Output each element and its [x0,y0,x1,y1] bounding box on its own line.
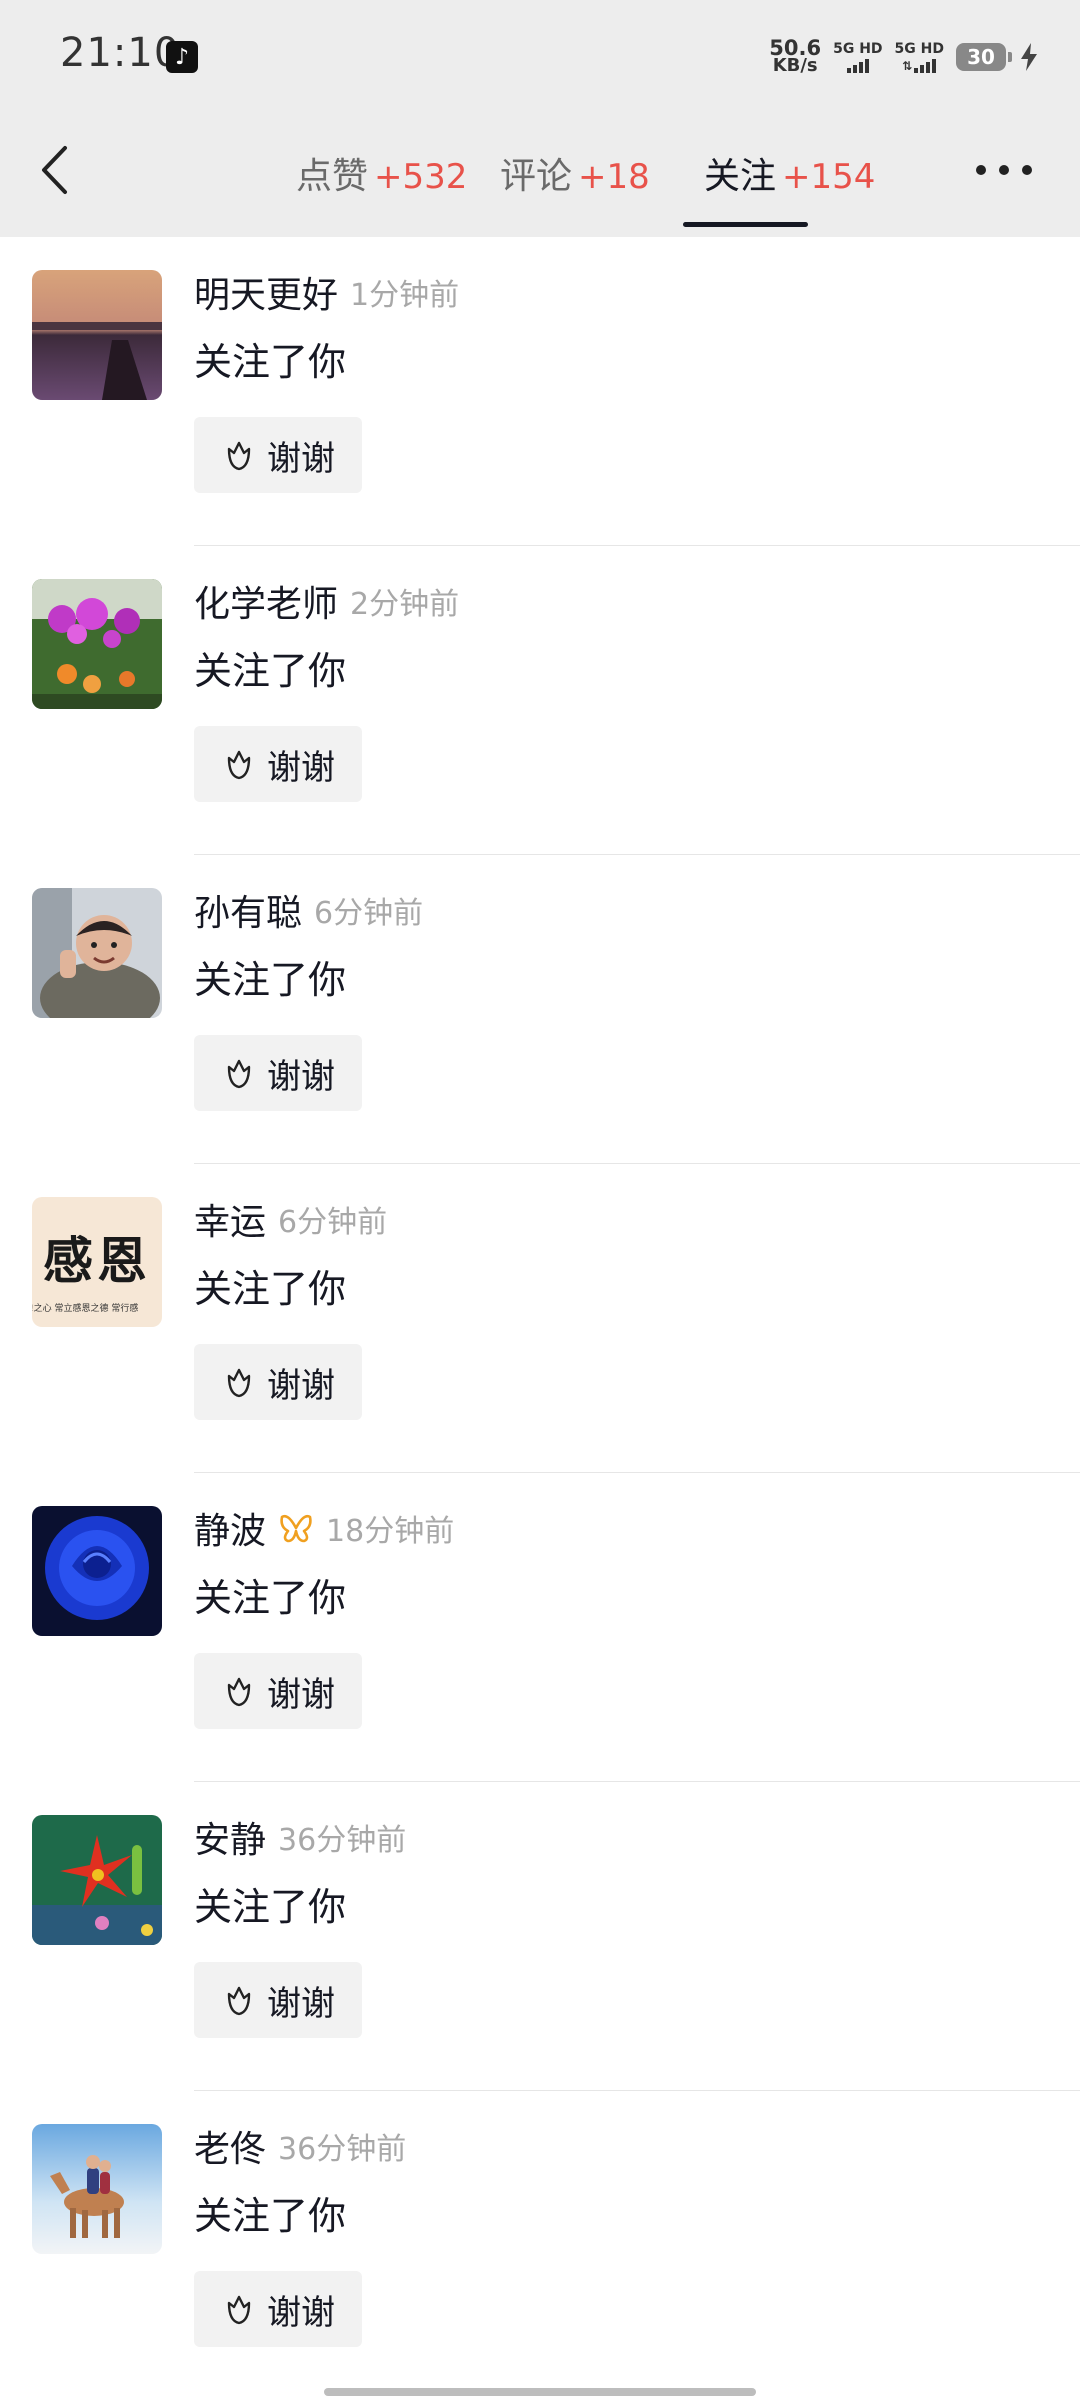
status-icons: 50.6 KB/s 5G HD 5G HD ⇅ 30 [769,34,1040,80]
avatar[interactable] [32,2124,162,2254]
thanks-button[interactable]: 谢谢 [194,1035,362,1111]
action-text: 关注了你 [194,958,347,1002]
calligraphy-avatar-subtext: !之心 常立感恩之德 常行感 [32,1304,139,1314]
thanks-label: 谢谢 [267,2292,335,2333]
list-item: 感恩 !之心 常立感恩之德 常行感 幸运 6分钟前 关注了你 谢谢 [0,1164,1080,1473]
username[interactable]: 老佟 [194,2120,266,2172]
avatar[interactable] [32,1506,162,1636]
sunset-lake-avatar-image [32,270,162,400]
flower-icon [227,441,251,471]
blue-rose-avatar-image [32,1506,162,1636]
timestamp: 18分钟前 [326,1514,455,1549]
thanks-label: 谢谢 [267,1983,335,2024]
child-photo-avatar-image [32,888,162,1018]
list-item: 静波 18分钟前 关注了你 谢谢 [0,1473,1080,1782]
timestamp: 36分钟前 [278,2132,407,2167]
status-time: 21:10 [60,30,181,76]
network-speed: 50.6 KB/s [769,36,822,76]
list-item: 安静 36分钟前 关注了你 谢谢 [0,1782,1080,2091]
sim2-signal-icon: 5G HD ⇅ [894,41,944,73]
top-bar: 21:10 ♪ 50.6 KB/s 5G HD 5G HD ⇅ 30 点赞 +53… [0,0,1080,237]
timestamp: 36分钟前 [278,1823,407,1858]
flower-icon [227,750,251,780]
flower-icon [227,1677,251,1707]
username[interactable]: 孙有聪 [194,884,302,936]
action-text: 关注了你 [194,340,347,384]
charging-icon [1021,43,1037,71]
tab-likes[interactable]: 点赞 +532 [296,147,467,199]
list-item: 明天更好 1分钟前 关注了你 谢谢 [0,237,1080,546]
more-options-icon[interactable] [976,158,1032,182]
thanks-button[interactable]: 谢谢 [194,1653,362,1729]
horse-snow-avatar-image [32,2124,162,2254]
action-text: 关注了你 [194,1576,347,1620]
butterfly-badge-icon [280,1514,312,1543]
list-item: 孙有聪 6分钟前 关注了你 谢谢 [0,855,1080,1164]
avatar[interactable] [32,1815,162,1945]
name-row: 明天更好 1分钟前 [194,267,459,317]
flower-icon [227,2295,251,2325]
name-row: 化学老师 2分钟前 [194,576,459,626]
back-arrow-icon[interactable] [30,140,78,200]
battery-icon: 30 [956,43,1012,71]
thanks-label: 谢谢 [267,438,335,479]
sim1-signal-icon: 5G HD [833,41,883,73]
tab-comments[interactable]: 评论 +18 [500,147,650,199]
name-row: 安静 36分钟前 [194,1812,406,1862]
thanks-button[interactable]: 谢谢 [194,1962,362,2038]
name-row: 老佟 36分钟前 [194,2121,406,2171]
username[interactable]: 安静 [194,1811,266,1863]
timestamp: 6分钟前 [314,896,424,931]
name-row: 幸运 6分钟前 [194,1194,387,1244]
flower-icon [227,1986,251,2016]
avatar[interactable] [32,270,162,400]
tiktok-notification-icon: ♪ [166,41,198,73]
avatar[interactable]: 感恩 !之心 常立感恩之德 常行感 [32,1197,162,1327]
action-text: 关注了你 [194,649,347,693]
username[interactable]: 幸运 [194,1193,266,1245]
timestamp: 2分钟前 [350,587,460,622]
flower-icon [227,1368,251,1398]
avatar[interactable] [32,888,162,1018]
thanks-button[interactable]: 谢谢 [194,2271,362,2347]
thanks-button[interactable]: 谢谢 [194,1344,362,1420]
red-lily-avatar-image [32,1815,162,1945]
thanks-label: 谢谢 [267,1365,335,1406]
timestamp: 6分钟前 [278,1205,388,1240]
flowers-avatar-image [32,579,162,709]
username[interactable]: 化学老师 [194,575,338,627]
thanks-label: 谢谢 [267,1056,335,1097]
thanks-label: 谢谢 [267,1674,335,1715]
timestamp: 1分钟前 [350,278,460,313]
thanks-button[interactable]: 谢谢 [194,726,362,802]
name-row: 孙有聪 6分钟前 [194,885,423,935]
thanks-label: 谢谢 [267,747,335,788]
action-text: 关注了你 [194,2194,347,2238]
home-indicator[interactable] [324,2388,756,2396]
list-item: 化学老师 2分钟前 关注了你 谢谢 [0,546,1080,855]
action-text: 关注了你 [194,1885,347,1929]
calligraphy-avatar-text: 感恩 [43,1231,151,1290]
username[interactable]: 明天更好 [194,266,338,318]
flower-icon [227,1059,251,1089]
list-item: 老佟 36分钟前 关注了你 谢谢 [0,2091,1080,2400]
thanks-button[interactable]: 谢谢 [194,417,362,493]
name-row: 静波 18分钟前 [194,1503,454,1553]
active-tab-indicator [683,222,808,227]
avatar[interactable] [32,579,162,709]
tab-follows[interactable]: 关注 +154 [704,147,875,199]
action-text: 关注了你 [194,1267,347,1311]
username[interactable]: 静波 [194,1502,266,1554]
